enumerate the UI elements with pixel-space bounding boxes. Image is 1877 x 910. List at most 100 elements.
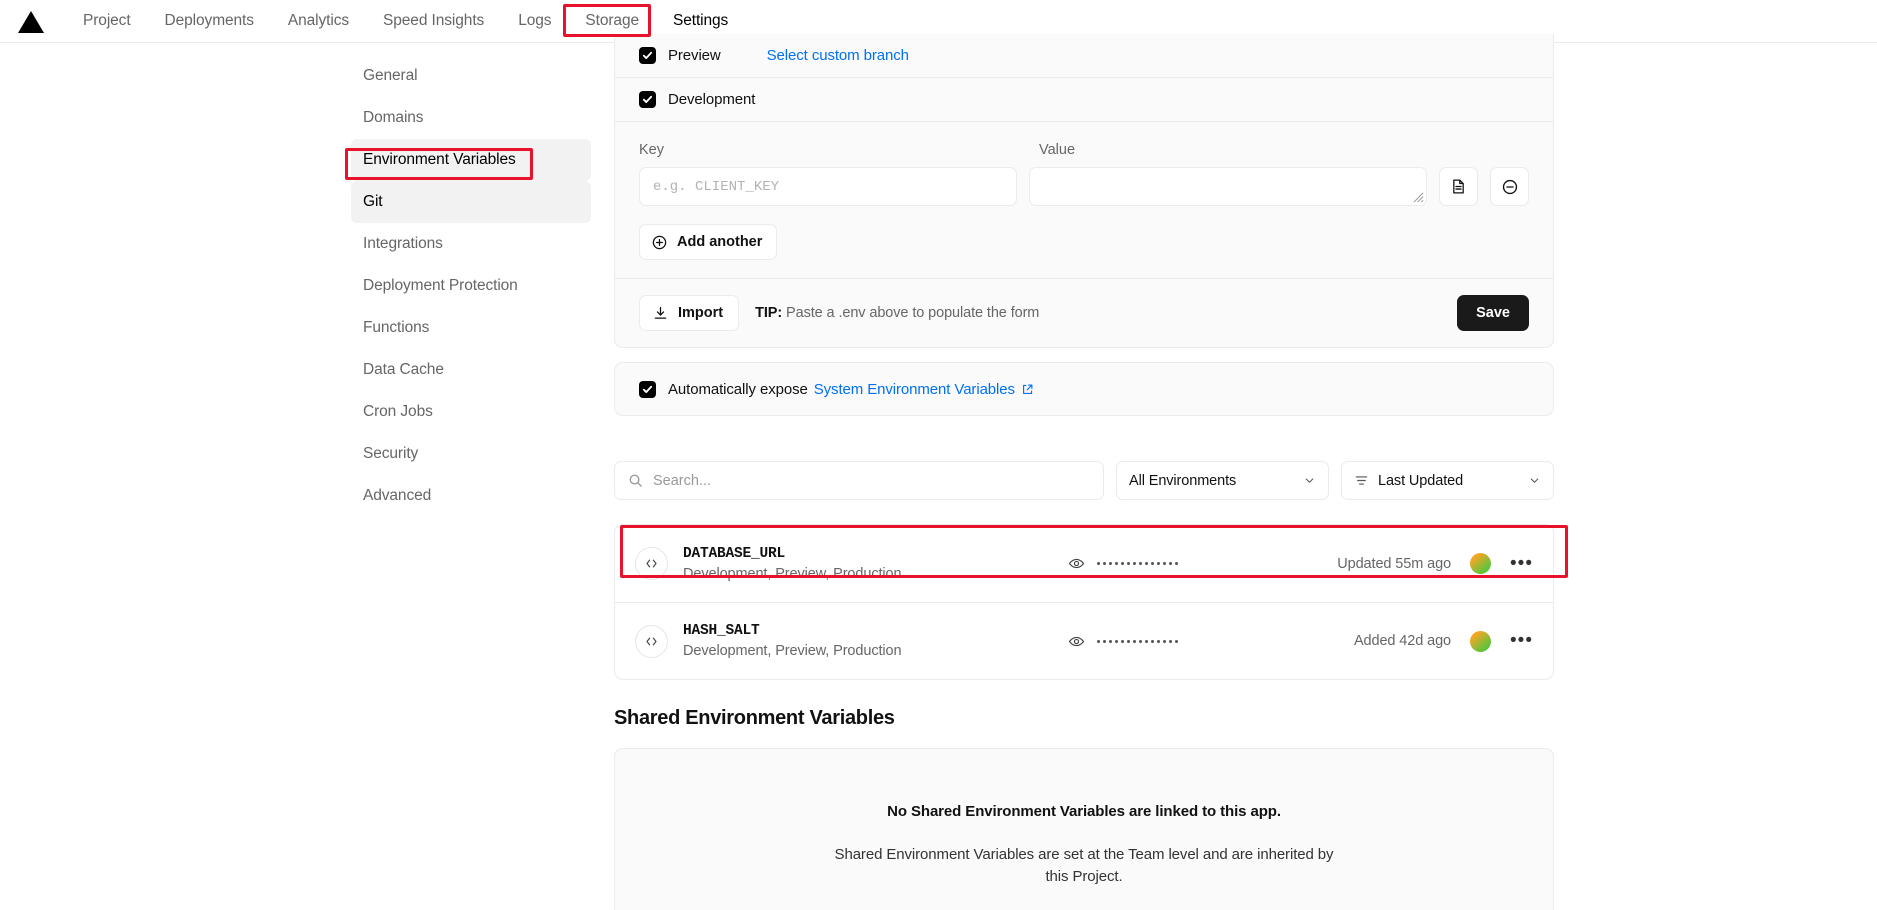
development-label: Development	[668, 91, 756, 108]
row-actions-menu-button[interactable]: •••	[1510, 554, 1533, 573]
settings-page: Project Deployments Analytics Speed Insi…	[0, 0, 1877, 910]
search-placeholder: Search...	[653, 472, 712, 489]
sidebar-item-label: Environment Variables	[363, 151, 516, 168]
value-input[interactable]	[1029, 167, 1427, 206]
shared-empty-body: Shared Environment Variables are set at …	[834, 846, 1334, 885]
sort-filter-value: Last Updated	[1378, 472, 1464, 489]
sidebar-item-label: Security	[363, 445, 419, 462]
var-value-area	[1068, 555, 1179, 572]
row-actions-menu-button[interactable]: •••	[1510, 631, 1533, 650]
auto-expose-checkbox[interactable]	[639, 380, 656, 398]
sidebar-item-advanced[interactable]: Advanced	[351, 475, 591, 517]
chevron-down-icon	[1305, 478, 1314, 483]
environment-filter-value: All Environments	[1129, 472, 1237, 489]
sort-lines-icon	[1355, 476, 1368, 485]
avatar	[1470, 630, 1492, 652]
eye-icon[interactable]	[1068, 633, 1085, 650]
sidebar-item-label: Git	[363, 193, 383, 210]
download-icon	[654, 306, 667, 319]
external-link-icon[interactable]	[1021, 383, 1034, 396]
sidebar-item-label: Data Cache	[363, 361, 444, 378]
var-environments: Development, Preview, Production	[683, 565, 902, 582]
sidebar-item-domains[interactable]: Domains	[351, 97, 591, 139]
plus-circle-icon	[652, 235, 667, 249]
environment-variables-list: DATABASE_URL Development, Preview, Produ…	[614, 524, 1554, 680]
key-value-headers: Key Value	[639, 142, 1529, 158]
sidebar-item-environment-variables[interactable]: Environment Variables	[351, 139, 591, 181]
nav-item-speed-insights[interactable]: Speed Insights	[366, 0, 501, 43]
nav-item-logs[interactable]: Logs	[501, 0, 568, 43]
key-value-section: Key Value e.g. CLIENT_KEY Add another	[615, 122, 1553, 278]
minus-circle-icon	[1502, 179, 1517, 194]
add-another-button[interactable]: Add another	[639, 224, 778, 260]
sidebar-item-label: Domains	[363, 109, 424, 126]
env-var-toolbar: Search... All Environments Last Updated	[614, 461, 1554, 500]
development-checkbox[interactable]	[639, 91, 656, 108]
nav-item-label: Logs	[518, 12, 552, 29]
system-env-vars-link[interactable]: System Environment Variables	[814, 381, 1015, 398]
var-name: DATABASE_URL	[683, 545, 786, 562]
sidebar-item-deployment-protection[interactable]: Deployment Protection	[351, 265, 591, 307]
nav-item-deployments[interactable]: Deployments	[148, 0, 271, 43]
code-icon	[635, 547, 668, 580]
auto-expose-system-vars-card: Automatically expose System Environment …	[614, 362, 1554, 416]
environment-filter-select[interactable]: All Environments	[1116, 461, 1329, 500]
sidebar-item-label: Integrations	[363, 235, 443, 252]
table-row[interactable]: DATABASE_URL Development, Preview, Produ…	[615, 525, 1553, 602]
nav-item-analytics[interactable]: Analytics	[271, 0, 366, 43]
resize-handle-icon[interactable]	[1413, 192, 1424, 203]
var-timestamp: Updated 55m ago	[1337, 555, 1452, 572]
key-value-field-row: e.g. CLIENT_KEY	[639, 167, 1529, 206]
preview-checkbox[interactable]	[639, 47, 656, 64]
sidebar-item-label: General	[363, 67, 418, 84]
vercel-triangle-logo-icon[interactable]	[18, 10, 44, 33]
nav-item-label: Analytics	[287, 12, 350, 29]
var-name: HASH_SALT	[683, 623, 760, 639]
save-label: Save	[1476, 305, 1510, 321]
sort-filter-select[interactable]: Last Updated	[1341, 461, 1554, 500]
nav-item-label: Speed Insights	[383, 12, 485, 29]
sidebar-item-cron-jobs[interactable]: Cron Jobs	[351, 391, 591, 433]
form-footer-row: Import TIP: Paste a .env above to popula…	[615, 279, 1553, 347]
masked-value	[1097, 562, 1179, 565]
chevron-down-icon	[1530, 478, 1539, 483]
sidebar-item-security[interactable]: Security	[351, 433, 591, 475]
create-env-var-card: Preview Select custom branch Development…	[614, 34, 1554, 348]
avatar	[1470, 553, 1492, 574]
tip-body: Paste a .env above to populate the form	[786, 305, 1040, 321]
tip-prefix: TIP:	[755, 305, 783, 321]
auto-expose-text: Automatically expose System Environment …	[668, 381, 1034, 398]
sidebar-item-label: Cron Jobs	[363, 403, 433, 420]
form-tip-text: TIP: Paste a .env above to populate the …	[755, 305, 1039, 321]
remove-env-var-button[interactable]	[1490, 167, 1529, 206]
shared-env-vars-title: Shared Environment Variables	[614, 707, 895, 729]
sidebar-item-git[interactable]: Git	[351, 181, 591, 223]
key-input[interactable]: e.g. CLIENT_KEY	[639, 167, 1017, 206]
save-button[interactable]: Save	[1457, 295, 1529, 331]
key-input-placeholder: e.g. CLIENT_KEY	[653, 178, 780, 195]
edit-as-file-button[interactable]	[1439, 167, 1478, 206]
search-input[interactable]: Search...	[614, 461, 1104, 500]
search-icon	[629, 474, 642, 487]
var-environments: Development, Preview, Production	[683, 643, 902, 659]
sidebar-item-functions[interactable]: Functions	[351, 307, 591, 349]
sidebar-item-general[interactable]: General	[351, 55, 591, 97]
nav-item-project[interactable]: Project	[66, 0, 148, 43]
preview-environment-row: Preview Select custom branch	[615, 34, 1553, 77]
var-value-area	[1068, 633, 1179, 650]
preview-label: Preview	[668, 47, 721, 64]
var-identity: HASH_SALT Development, Preview, Producti…	[683, 623, 902, 659]
document-icon	[1453, 179, 1464, 194]
sidebar-item-label: Advanced	[363, 487, 432, 504]
nav-item-label: Settings	[673, 12, 729, 29]
table-row[interactable]: HASH_SALT Development, Preview, Producti…	[615, 602, 1553, 679]
settings-sidebar: General Domains Environment Variables Gi…	[351, 55, 591, 517]
eye-icon[interactable]	[1068, 555, 1085, 572]
var-timestamp: Added 42d ago	[1353, 633, 1452, 649]
import-button[interactable]: Import	[639, 295, 740, 331]
var-meta: Updated 55m ago •••	[1337, 553, 1533, 574]
sidebar-item-data-cache[interactable]: Data Cache	[351, 349, 591, 391]
sidebar-item-integrations[interactable]: Integrations	[351, 223, 591, 265]
sidebar-item-label: Deployment Protection	[363, 277, 518, 294]
select-custom-branch-link[interactable]: Select custom branch	[767, 47, 909, 64]
